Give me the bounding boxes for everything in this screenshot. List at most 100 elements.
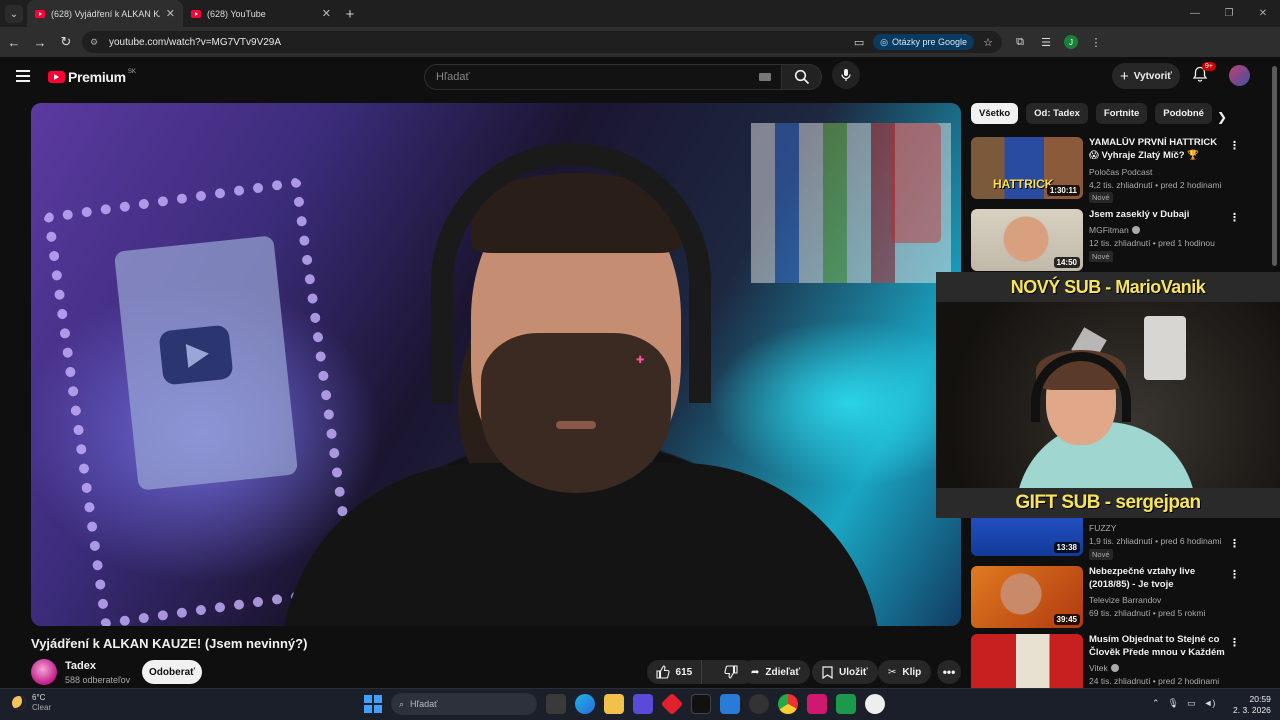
address-bar[interactable]: ⚙ youtube.com/watch?v=MG7VTv9V29A ▭ ◎ Ot… — [82, 31, 1002, 53]
more-options-icon[interactable]: ⋮ — [1229, 636, 1240, 649]
clock[interactable]: 20:59 2. 3. 2026 — [1233, 694, 1271, 716]
recommendation-item[interactable]: Musím Objednat to Stejné co Člověk Přede… — [971, 634, 1271, 696]
minimize-icon[interactable]: — — [1178, 0, 1212, 27]
like-button[interactable]: 615 — [647, 660, 702, 684]
stream-overlay-window[interactable]: NOVÝ SUB - MarioVanik GIFT SUB - sergejp… — [936, 272, 1280, 518]
recommendation-item[interactable]: HATTRICK 1:30:11 YAMALŮV PRVNÍ HATTRICK … — [971, 137, 1271, 203]
tab-search-button[interactable]: ⌄ — [5, 5, 23, 23]
taskbar-search[interactable]: ⌕ Hľadať — [391, 693, 537, 715]
tab-title: (628) YouTube — [207, 8, 266, 19]
media-control-icon[interactable]: ☰ — [1038, 34, 1054, 50]
save-button[interactable]: Uložiť — [812, 660, 878, 684]
youtube-header: Premium SK Hľadať + Vytvoriť 9+ — [0, 57, 1280, 97]
video-thumbnail[interactable]: 39:45 — [971, 566, 1083, 628]
app-green-icon[interactable] — [836, 694, 856, 714]
close-window-icon[interactable]: ✕ — [1246, 0, 1280, 27]
more-options-icon[interactable]: ⋮ — [1229, 568, 1240, 581]
reload-button[interactable]: ↻ — [54, 30, 78, 54]
weather-widget[interactable]: 6°C Clear — [12, 693, 51, 713]
tab-close-icon[interactable]: ✕ — [166, 7, 175, 20]
channel-name[interactable]: Vitek — [1089, 663, 1119, 673]
account-avatar[interactable] — [1229, 65, 1250, 86]
browser-tab-bar: ⌄ (628) Vyjádření k ALKAN KAUZE ✕ (628) … — [0, 0, 1280, 27]
notepad-icon[interactable] — [720, 694, 740, 714]
channel-avatar[interactable] — [31, 659, 57, 685]
google-questions-button[interactable]: ◎ Otázky pre Google — [873, 34, 974, 50]
video-title[interactable]: YAMALŮV PRVNÍ HATTRICK 😱 Vyhraje Zlatý M… — [1089, 137, 1229, 162]
scissors-icon: ✂ — [888, 666, 897, 678]
tab-close-icon[interactable]: ✕ — [322, 7, 331, 20]
video-thumbnail[interactable] — [971, 634, 1083, 696]
browser-tab-youtube[interactable]: (628) YouTube ✕ — [183, 0, 339, 27]
bookmark-star-icon[interactable]: ☆ — [980, 34, 996, 50]
search-button[interactable] — [782, 64, 822, 90]
filter-chips: Všetko Od: Tadex Fortnite Podobné — [971, 103, 1212, 124]
chevron-up-icon[interactable]: ⌃ — [1152, 698, 1160, 709]
site-info-icon[interactable]: ⚙ — [90, 37, 102, 47]
subscribe-button[interactable]: Odoberať — [142, 660, 202, 684]
app-circle-icon[interactable] — [749, 694, 769, 714]
overlay-new-sub-banner: NOVÝ SUB - MarioVanik — [936, 272, 1280, 302]
notifications-button[interactable]: 9+ — [1192, 62, 1216, 84]
extensions-icon[interactable]: ⧉ — [1012, 34, 1028, 50]
tiktok-icon[interactable] — [691, 694, 711, 714]
date: 2. 3. 2026 — [1233, 705, 1271, 715]
clip-button[interactable]: ✂ Klip — [878, 660, 932, 684]
more-options-icon[interactable]: ⋮ — [1229, 537, 1240, 550]
back-button[interactable]: ← — [2, 30, 26, 54]
cast-icon[interactable]: ▭ — [851, 34, 867, 50]
channel-name[interactable]: Poločas Podcast — [1089, 167, 1152, 177]
obs-icon[interactable] — [865, 694, 885, 714]
tiktok-studio-icon[interactable] — [807, 694, 827, 714]
edge-icon[interactable] — [575, 694, 595, 714]
display-icon[interactable]: ▭ — [1187, 698, 1196, 709]
app-diamond-icon[interactable] — [660, 692, 684, 716]
more-options-icon[interactable]: ⋮ — [1229, 211, 1240, 224]
create-button[interactable]: + Vytvoriť — [1112, 63, 1180, 89]
video-title[interactable]: Jsem zaseklý v Dubaji — [1089, 209, 1229, 222]
search-placeholder: Hľadať — [436, 71, 470, 83]
more-actions-button[interactable]: ••• — [937, 660, 961, 684]
search-input[interactable]: Hľadať — [424, 64, 782, 90]
channel-name[interactable]: MGFitman — [1089, 225, 1140, 235]
recommendation-item[interactable]: 39:45 Nebezpečné vztahy live (2018/85) -… — [971, 566, 1271, 628]
video-thumbnail[interactable]: 14:50 — [971, 209, 1083, 271]
windows-start-icon[interactable] — [364, 695, 382, 713]
chip-from-channel[interactable]: Od: Tadex — [1026, 103, 1088, 124]
chevron-right-icon[interactable]: ❯ — [1212, 107, 1232, 127]
youtube-logo[interactable]: Premium SK — [48, 69, 136, 85]
windows-taskbar: 6°C Clear ⌕ Hľadať ⌃ 🎙 ▭ ◄) 20:59 2. 3. … — [0, 688, 1280, 720]
microphone-icon[interactable]: 🎙 — [1168, 698, 1179, 709]
video-title[interactable]: Nebezpečné vztahy live (2018/85) - Je tv… — [1089, 566, 1229, 591]
video-thumbnail[interactable]: HATTRICK 1:30:11 — [971, 137, 1083, 199]
new-tab-button[interactable]: + — [339, 3, 361, 25]
page-scrollbar[interactable] — [1272, 66, 1277, 266]
video-player[interactable]: ✚ — [31, 103, 961, 626]
menu-icon[interactable] — [16, 70, 30, 85]
channel-name[interactable]: Tadex — [65, 660, 96, 672]
recommendation-item[interactable]: 14:50 Jsem zaseklý v Dubaji MGFitman 12 … — [971, 209, 1271, 271]
file-explorer-icon[interactable] — [604, 694, 624, 714]
profile-avatar[interactable]: J — [1064, 35, 1078, 49]
channel-name[interactable]: FUZZY — [1089, 523, 1116, 533]
browser-menu-icon[interactable]: ⋮ — [1088, 34, 1104, 50]
chrome-icon[interactable] — [778, 694, 798, 714]
app-icon[interactable] — [633, 694, 653, 714]
keyboard-icon[interactable] — [759, 73, 771, 81]
chip-all[interactable]: Všetko — [971, 103, 1019, 124]
browser-toolbar: ← → ↻ ⚙ youtube.com/watch?v=MG7VTv9V29A … — [0, 27, 1280, 57]
share-button[interactable]: ➦ Zdieľať — [741, 660, 811, 684]
chip-related[interactable]: Podobné — [1155, 103, 1212, 124]
url-text: youtube.com/watch?v=MG7VTv9V29A — [109, 36, 282, 48]
browser-tab-video[interactable]: (628) Vyjádření k ALKAN KAUZE ✕ — [27, 0, 183, 27]
task-view-icon[interactable] — [546, 694, 566, 714]
channel-name[interactable]: Televize Barrandov — [1089, 595, 1161, 605]
restore-icon[interactable]: ❐ — [1212, 0, 1246, 27]
overlay-gift-sub-banner: GIFT SUB - sergejpan — [936, 488, 1280, 518]
chip-fortnite[interactable]: Fortnite — [1095, 103, 1148, 124]
video-title[interactable]: Musím Objednat to Stejné co Člověk Přede… — [1089, 634, 1229, 659]
more-options-icon[interactable]: ⋮ — [1229, 139, 1240, 152]
voice-search-button[interactable] — [832, 61, 860, 89]
forward-button[interactable]: → — [28, 30, 52, 54]
volume-icon[interactable]: ◄) — [1204, 698, 1216, 709]
